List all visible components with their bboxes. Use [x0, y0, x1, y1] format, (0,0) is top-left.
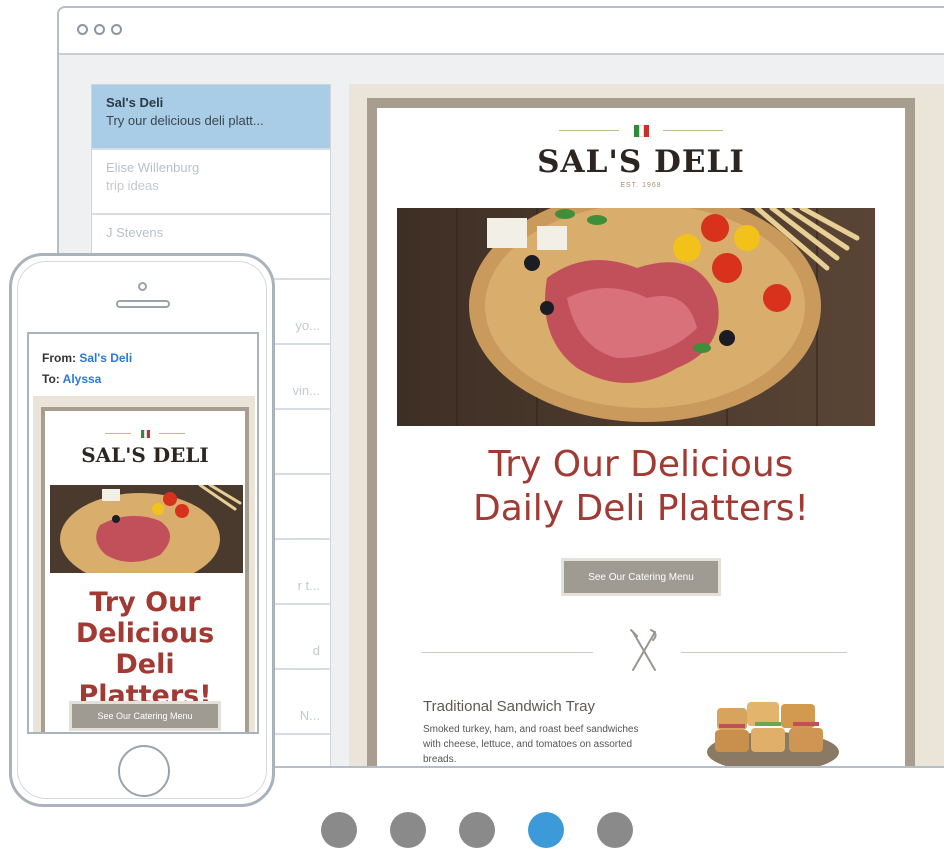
logo-ornament-right	[662, 130, 723, 132]
front-camera-icon	[138, 282, 147, 291]
window-minimize-dot[interactable]	[94, 24, 105, 35]
to-value[interactable]: Alyssa	[63, 372, 102, 386]
to-label: To:	[42, 372, 60, 386]
brand-logo: SAL'S DELI EST. 1968	[377, 122, 905, 189]
mobile-brand-name: SAL'S DELI	[81, 443, 209, 467]
mobile-catering-menu-button[interactable]: See Our Catering Menu	[69, 701, 221, 731]
phone-device: From: Sal's Deli To: Alyssa SAL'S DELI T…	[9, 253, 275, 807]
headline-line-2: Daily Deli Platters!	[473, 488, 809, 529]
email-frame: SAL'S DELI EST. 1968 Try Our Delicious D…	[367, 98, 915, 766]
from-line: From: Sal's Deli	[42, 351, 132, 365]
inbox-item-preview-fragment: d	[312, 643, 320, 658]
carousel-dot[interactable]	[597, 812, 633, 848]
divider-left	[421, 652, 593, 653]
mobile-email-pane: SAL'S DELI Try Our Delicious Deli Platte…	[33, 396, 255, 732]
email-headline: Try Our Delicious Daily Deli Platters!	[377, 443, 905, 531]
mobile-headline: Try Our Delicious Deli Platters!	[45, 587, 245, 711]
phone-screen: From: Sal's Deli To: Alyssa SAL'S DELI T…	[27, 332, 259, 734]
to-line: To: Alyssa	[42, 372, 101, 386]
section-description: Smoked turkey, ham, and roast beef sandw…	[423, 724, 639, 765]
headline-line-1: Try Our Delicious	[488, 444, 794, 485]
mobile-deli-platter-image	[50, 483, 243, 585]
catering-menu-button[interactable]: See Our Catering Menu	[561, 558, 721, 596]
mobile-logo-ornament-right	[158, 433, 185, 435]
section-title: Traditional Sandwich Tray	[423, 698, 596, 715]
carousel-dot[interactable]	[459, 812, 495, 848]
inbox-item-sender: Sal's Deli	[106, 95, 164, 110]
from-label: From:	[42, 351, 76, 365]
fork-knife-icon	[629, 628, 659, 679]
inbox-item-sender: Elise Willenburg	[106, 160, 200, 175]
carousel-dot[interactable]	[321, 812, 357, 848]
inbox-item[interactable]: Sal's Deli Try our delicious deli platt..…	[92, 85, 330, 150]
inbox-item-subject: Try our delicious deli platt...	[106, 113, 264, 128]
carousel-dot[interactable]	[390, 812, 426, 848]
brand-established: EST. 1968	[620, 182, 662, 189]
email-preview-pane: SAL'S DELI EST. 1968 Try Our Delicious D…	[349, 84, 944, 766]
logo-ornament-left	[559, 130, 620, 132]
inbox-item-preview-fragment: N...	[299, 708, 320, 723]
inbox-item[interactable]: Elise Willenburg trip ideas	[92, 150, 330, 215]
window-zoom-dot[interactable]	[111, 24, 122, 35]
earpiece-speaker	[116, 300, 170, 308]
inbox-item-sender: J Stevens	[106, 225, 164, 240]
window-titlebar	[59, 8, 944, 55]
window-close-dot[interactable]	[77, 24, 88, 35]
carousel-pagination	[321, 812, 633, 848]
inbox-item-subject: trip ideas	[106, 178, 159, 193]
italian-flag-icon	[633, 124, 649, 137]
divider-right	[681, 652, 847, 653]
mobile-email-frame: SAL'S DELI Try Our Delicious Deli Platte…	[41, 407, 249, 732]
inbox-item-preview-fragment: r t...	[297, 578, 320, 593]
mobile-italian-flag-icon	[140, 429, 150, 438]
home-button[interactable]	[118, 745, 170, 797]
deli-platter-image	[397, 190, 875, 426]
carousel-dot[interactable]	[528, 812, 564, 848]
mobile-headline-line-2: Delicious	[75, 618, 215, 649]
from-value[interactable]: Sal's Deli	[79, 351, 132, 365]
mobile-brand-logo: SAL'S DELI	[45, 425, 245, 467]
inbox-item-preview-fragment: vin...	[292, 383, 320, 398]
brand-name: SAL'S DELI	[537, 144, 745, 180]
mobile-headline-line-1: Try Our	[89, 587, 201, 618]
inbox-item-preview-fragment: yo...	[295, 318, 320, 333]
sandwich-tray-image	[703, 694, 843, 766]
mobile-logo-ornament-left	[105, 433, 132, 435]
